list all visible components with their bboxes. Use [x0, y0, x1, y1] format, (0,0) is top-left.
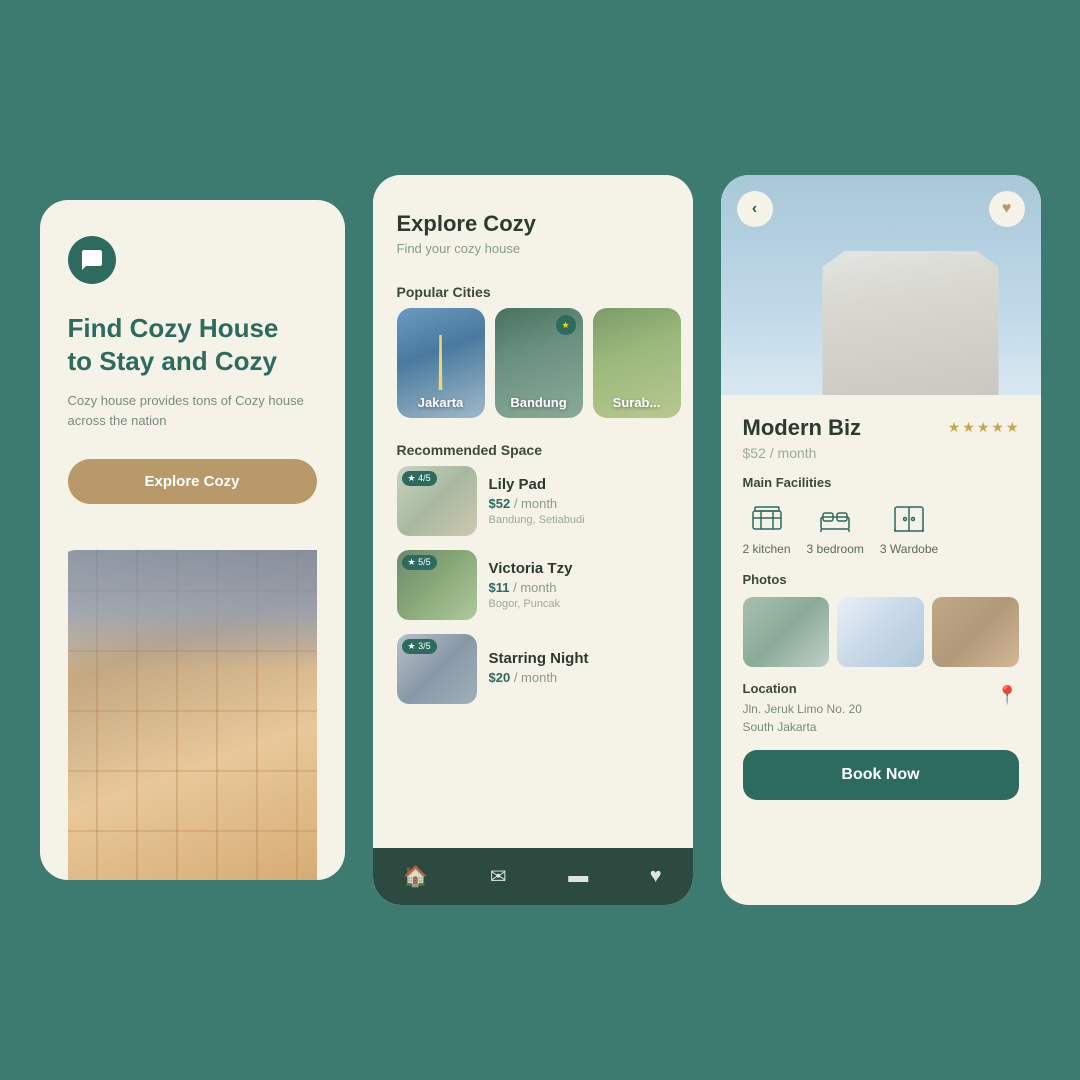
space-card-lily-pad[interactable]: ★ 4/5 Lily Pad $52 / month Bandung, Seti…: [397, 466, 669, 536]
property-price: $52 / month: [743, 445, 1019, 461]
bedroom-svg: [819, 505, 851, 533]
space-info-starring: Starring Night $20 / month: [489, 650, 669, 688]
bottom-navbar: 🏠 ✉ ▬ ♥: [373, 848, 693, 905]
nav-card-icon[interactable]: ▬: [568, 865, 588, 888]
space-info-lily-pad: Lily Pad $52 / month Bandung, Setiabudi: [489, 476, 669, 526]
nav-home-icon[interactable]: 🏠: [403, 864, 428, 889]
kitchen-icon: [745, 500, 789, 538]
cities-row: Jakarta ★ Bandung Surab...: [373, 308, 693, 430]
screen-1-onboarding: Find Cozy House to Stay and Cozy Cozy ho…: [40, 200, 345, 880]
city-jakarta-label: Jakarta: [397, 395, 485, 410]
photo-2[interactable]: [837, 597, 924, 667]
screens-container: Find Cozy House to Stay and Cozy Cozy ho…: [40, 175, 1041, 905]
property-hero-image: ‹ ♥: [721, 175, 1041, 395]
space-rating-lily-pad: ★ 4/5: [402, 471, 437, 486]
property-name: Modern Biz: [743, 415, 862, 441]
city-bandung-star: ★: [556, 315, 576, 335]
bedroom-count: 3 bedroom: [807, 542, 864, 556]
star-2: ★: [962, 419, 975, 436]
favorite-button[interactable]: ♥: [989, 191, 1025, 227]
onboarding-description: Cozy house provides tons of Cozy house a…: [68, 391, 317, 431]
star-3: ★: [977, 419, 990, 436]
facilities-row: 2 kitchen 3 bedroom: [743, 500, 1019, 556]
logo-icon: [80, 248, 104, 272]
explore-header: Explore Cozy Find your cozy house: [373, 175, 693, 272]
photos-label: Photos: [743, 572, 1019, 587]
explore-title: Explore Cozy: [397, 211, 669, 237]
city-card-jakarta[interactable]: Jakarta: [397, 308, 485, 418]
star-4: ★: [991, 419, 1004, 436]
facility-bedroom: 3 bedroom: [807, 500, 864, 556]
photo-3[interactable]: [932, 597, 1019, 667]
space-img-victoria: ★ 5/5: [397, 550, 477, 620]
nav-heart-icon[interactable]: ♥: [650, 865, 662, 888]
star-5: ★: [1006, 419, 1019, 436]
building-image-container: [68, 524, 317, 880]
facility-kitchen: 2 kitchen: [743, 500, 791, 556]
space-name-lily-pad: Lily Pad: [489, 476, 669, 493]
photos-row: [743, 597, 1019, 667]
onboarding-title: Find Cozy House to Stay and Cozy: [68, 312, 317, 377]
location-pin-icon: 📍: [996, 685, 1018, 706]
facilities-label: Main Facilities: [743, 475, 1019, 490]
app-logo: [68, 236, 116, 284]
photo-1[interactable]: [743, 597, 830, 667]
star-1: ★: [948, 419, 961, 436]
space-location-lily-pad: Bandung, Setiabudi: [489, 514, 669, 526]
back-button[interactable]: ‹: [737, 191, 773, 227]
location-address: Jln. Jeruk Limo No. 20 South Jakarta: [743, 700, 997, 736]
city-card-surabaya[interactable]: Surab...: [593, 308, 681, 418]
city-surabaya-label: Surab...: [593, 395, 681, 410]
space-price-victoria: $11 / month: [489, 580, 669, 595]
space-card-victoria-tzy[interactable]: ★ 5/5 Victoria Tzy $11 / month Bogor, Pu…: [397, 550, 669, 620]
space-name-victoria: Victoria Tzy: [489, 560, 669, 577]
nav-mail-icon[interactable]: ✉: [490, 864, 507, 889]
facility-wardrobe: 3 Wardobe: [880, 500, 938, 556]
recommended-label: Recommended Space: [373, 430, 693, 466]
space-info-victoria: Victoria Tzy $11 / month Bogor, Puncak: [489, 560, 669, 610]
explore-button[interactable]: Explore Cozy: [68, 459, 317, 504]
space-name-starring: Starring Night: [489, 650, 669, 667]
building-facade: [68, 550, 317, 880]
space-rating-starring: ★ 3/5: [402, 639, 437, 654]
location-row: Location Jln. Jeruk Limo No. 20 South Ja…: [743, 681, 1019, 736]
kitchen-svg: [751, 505, 783, 533]
space-img-lily-pad: ★ 4/5: [397, 466, 477, 536]
book-now-button[interactable]: Book Now: [743, 750, 1019, 800]
recommended-section: ★ 4/5 Lily Pad $52 / month Bandung, Seti…: [373, 466, 693, 848]
property-stars: ★ ★ ★ ★ ★: [948, 419, 1019, 436]
screen-2-explore: Explore Cozy Find your cozy house Popula…: [373, 175, 693, 905]
bedroom-icon: [813, 500, 857, 538]
city-bandung-label: Bandung: [495, 395, 583, 410]
explore-subtitle: Find your cozy house: [397, 241, 669, 256]
space-price-lily-pad: $52 / month: [489, 496, 669, 511]
location-text: Location Jln. Jeruk Limo No. 20 South Ja…: [743, 681, 997, 736]
popular-cities-label: Popular Cities: [373, 272, 693, 308]
kitchen-count: 2 kitchen: [743, 542, 791, 556]
property-detail-content: Modern Biz ★ ★ ★ ★ ★ $52 / month Main Fa…: [721, 395, 1041, 905]
space-price-starring: $20 / month: [489, 670, 669, 685]
property-name-row: Modern Biz ★ ★ ★ ★ ★: [743, 415, 1019, 441]
space-img-starring: ★ 3/5: [397, 634, 477, 704]
city-card-bandung[interactable]: ★ Bandung: [495, 308, 583, 418]
building-image: [68, 550, 317, 880]
location-label: Location: [743, 681, 997, 696]
wardrobe-svg: [893, 505, 925, 533]
space-location-victoria: Bogor, Puncak: [489, 598, 669, 610]
space-rating-victoria: ★ 5/5: [402, 555, 437, 570]
wardrobe-icon: [887, 500, 931, 538]
screen-3-detail: ‹ ♥ Modern Biz ★ ★ ★ ★ ★ $52 / month Mai…: [721, 175, 1041, 905]
wardrobe-count: 3 Wardobe: [880, 542, 938, 556]
space-card-starring-night[interactable]: ★ 3/5 Starring Night $20 / month: [397, 634, 669, 704]
